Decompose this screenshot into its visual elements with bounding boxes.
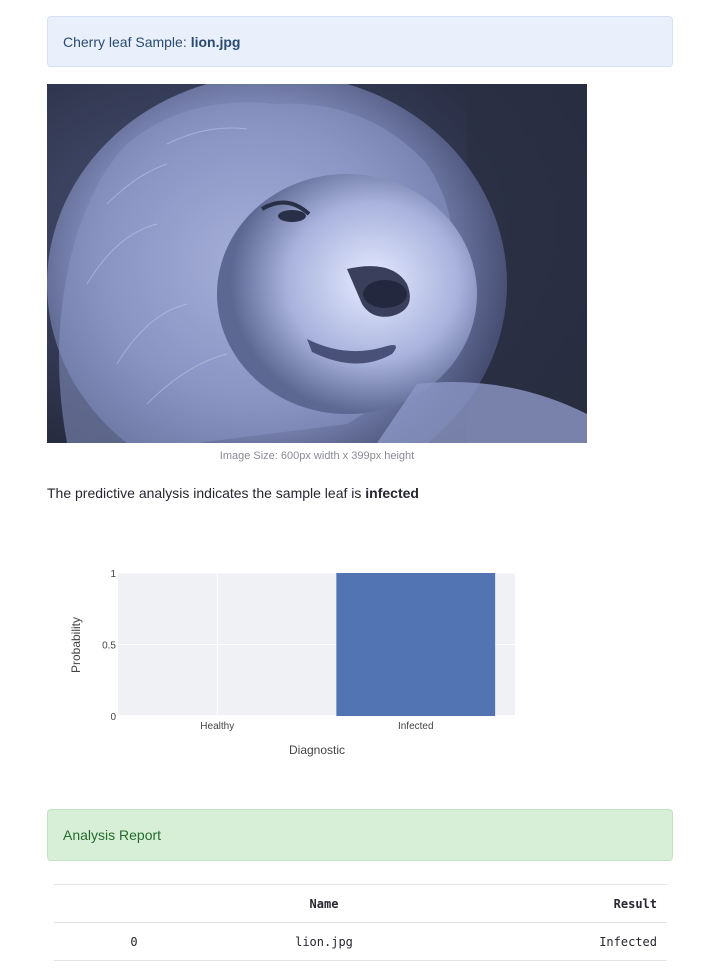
report-title: Analysis Report [63,827,162,843]
analysis-result: infected [365,485,419,501]
col-result-header: Result [434,884,667,923]
probability-bar-chart: 0 0.5 1 Healthy Infected Probability Diagno… [69,569,515,757]
row-name: lion.jpg [214,922,434,961]
analysis-text: The predictive analysis indicates the sa… [47,485,419,501]
y-axis-label: Probability [69,617,83,673]
lion-photo [47,84,587,443]
x-tick-label: Healthy [200,721,234,732]
table-header-row: Name Result [54,884,667,923]
sample-label: Cherry leaf Sample: [63,33,187,50]
y-tick-label: 0.5 [102,641,116,652]
table-row: 0 lion.jpg Infected [54,922,667,961]
sample-filename: lion.jpg [190,33,241,50]
sample-info-box: Cherry leaf Sample: lion.jpg [47,16,673,67]
image-caption: Image Size: 600px width x 399px height [219,450,415,462]
bar-infected [336,573,496,716]
col-index-header [54,884,214,923]
x-tick-label: Infected [398,721,434,732]
col-name-header: Name [214,884,434,923]
probability-chart: 0 0.5 1 Healthy Infected Probability Diagno… [60,550,530,770]
sample-image [47,84,587,443]
row-index: 0 [54,922,214,961]
analysis-sentence: The predictive analysis indicates the sa… [47,485,362,501]
x-axis-label: Diagnostic [289,743,345,757]
row-result: Infected [434,922,667,961]
report-table: Name Result 0 lion.jpg Infected [54,884,667,961]
y-tick-label: 1 [110,569,116,580]
y-tick-label: 0 [110,712,116,723]
report-banner: Analysis Report [47,809,673,861]
